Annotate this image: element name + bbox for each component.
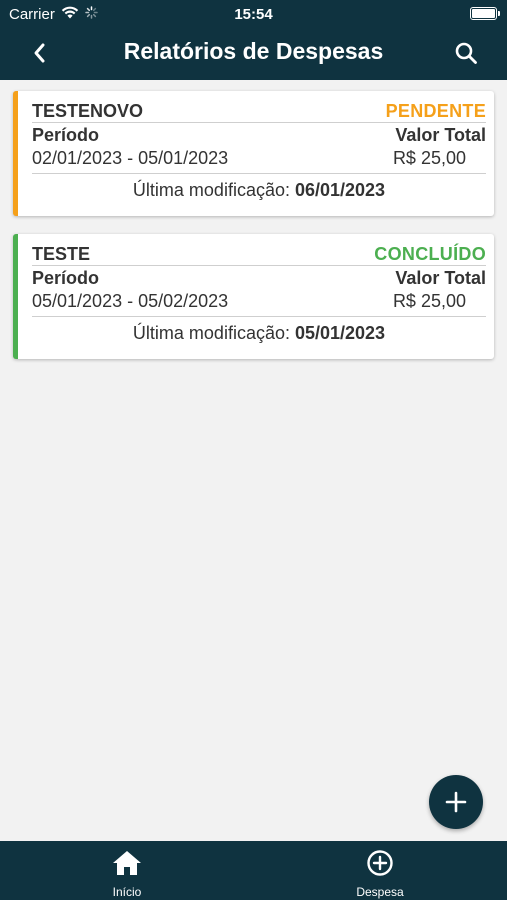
- clock: 15:54: [234, 6, 273, 23]
- card-values: 02/01/2023 - 05/01/2023 R$ 25,00: [32, 148, 486, 174]
- card-header: TESTE CONCLUÍDO: [32, 242, 486, 266]
- period-label: Período: [32, 125, 100, 145]
- status-badge: PENDENTE: [385, 101, 486, 121]
- tab-home-label: Início: [112, 885, 142, 899]
- battery-icon: [470, 7, 500, 20]
- tab-bar: Início Despesa: [0, 841, 507, 900]
- status-badge: CONCLUÍDO: [374, 244, 486, 264]
- last-modified: Última modificação: 05/01/2023: [32, 323, 486, 344]
- last-modified-label: Última modificação:: [132, 180, 295, 200]
- card-labels: Período Valor Total: [32, 125, 486, 146]
- last-modified-label: Última modificação:: [132, 323, 295, 343]
- card-header: TESTENOVO PENDENTE: [32, 99, 486, 123]
- report-card[interactable]: TESTENOVO PENDENTE Período Valor Total 0…: [13, 91, 494, 216]
- search-icon: [455, 42, 477, 64]
- card-values: 05/01/2023 - 05/02/2023 R$ 25,00: [32, 291, 486, 317]
- total-label: Valor Total: [395, 125, 486, 145]
- tab-home[interactable]: Início: [67, 849, 187, 899]
- add-circle-icon: [320, 849, 440, 877]
- total-label: Valor Total: [395, 268, 486, 288]
- tab-expense[interactable]: Despesa: [320, 849, 440, 899]
- top-bar: Carrier 15:54 Relatórios de Despesas: [0, 0, 507, 80]
- card-labels: Período Valor Total: [32, 268, 486, 289]
- plus-icon: [445, 791, 467, 813]
- nav-bar: Relatórios de Despesas: [0, 28, 507, 80]
- search-button[interactable]: [451, 38, 481, 68]
- report-name: TESTENOVO: [32, 101, 144, 121]
- report-list: TESTENOVO PENDENTE Período Valor Total 0…: [13, 91, 494, 377]
- period-value: 02/01/2023 - 05/01/2023: [32, 148, 229, 168]
- screen: Carrier 15:54 Relatórios de Despesas TES…: [0, 0, 507, 900]
- tab-expense-label: Despesa: [356, 885, 404, 899]
- report-card[interactable]: TESTE CONCLUÍDO Período Valor Total 05/0…: [13, 234, 494, 359]
- home-icon: [67, 849, 187, 877]
- total-value: R$ 25,00: [392, 291, 466, 311]
- last-modified-date: 06/01/2023: [294, 180, 386, 200]
- period-label: Período: [32, 268, 100, 288]
- last-modified: Última modificação: 06/01/2023: [32, 180, 486, 201]
- period-value: 05/01/2023 - 05/02/2023: [32, 291, 229, 311]
- report-name: TESTE: [32, 244, 91, 264]
- status-bar: Carrier 15:54: [0, 0, 507, 28]
- total-value: R$ 25,00: [392, 148, 466, 168]
- add-report-button[interactable]: [429, 775, 483, 829]
- page-title: Relatórios de Despesas: [123, 38, 384, 64]
- last-modified-date: 05/01/2023: [294, 323, 386, 343]
